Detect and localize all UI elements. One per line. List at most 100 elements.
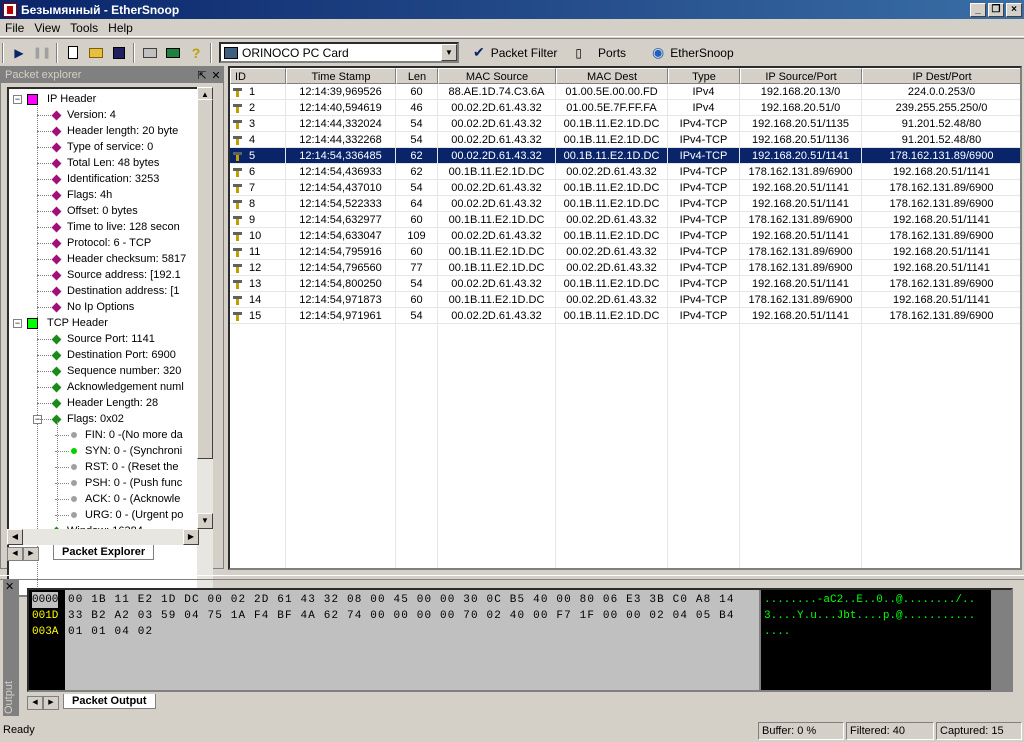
column-header[interactable]: Len [396,68,438,84]
scroll-left-button[interactable]: ◀ [7,529,23,545]
save-button[interactable] [108,42,130,64]
table-row[interactable]: 13 12:14:54,800250 54 00.02.2D.61.43.32 00.1… [230,276,1020,292]
packet-id-cell: 7 [230,180,286,196]
column-header[interactable]: Type [668,68,740,84]
column-header[interactable]: IP Dest/Port [862,68,1020,84]
tree-node[interactable]: FIN: 0 -(No more da [85,427,183,443]
table-row[interactable]: 7 12:14:54,437010 54 00.02.2D.61.43.32 00.1B… [230,180,1020,196]
table-cell: 00.02.2D.61.43.32 [556,244,668,260]
tree-node[interactable]: Header Length: 28 [67,395,158,411]
column-header[interactable]: Time Stamp [286,68,396,84]
output-tab-prev-button[interactable]: ◀ [27,696,43,710]
close-output-icon[interactable]: ✕ [5,580,14,593]
column-header[interactable]: ID [230,68,286,84]
packet-grid[interactable]: ID Time Stamp Len MAC Source MAC Dest Type IP … [228,66,1022,570]
tree-guide-line [37,307,51,308]
menu-help[interactable]: Help [103,21,138,35]
packet-icon [232,263,245,273]
tree-node[interactable]: URG: 0 - (Urgent po [85,507,183,523]
menu-tools[interactable]: Tools [65,21,103,35]
tree-hscrollbar[interactable]: ◀ ▶ [7,529,199,545]
table-cell: 00.02.2D.61.43.32 [438,100,556,116]
table-row[interactable]: 3 12:14:44,332024 54 00.02.2D.61.43.32 00.1B… [230,116,1020,132]
packet-id-cell: 9 [230,212,286,228]
output-tab-next-button[interactable]: ▶ [43,696,59,710]
tree-node[interactable]: SYN: 0 - (Synchroni [85,443,182,459]
ports-button[interactable]: ▯ Ports [575,46,626,60]
tree-node[interactable]: Header length: 20 byte [67,123,178,139]
tree-node[interactable]: Flags: 4h [67,187,112,203]
hex-view[interactable]: 0000 001D 003A 00 1B 11 E2 1D DC 00 02 2D … [27,588,1013,692]
tab-packet-output[interactable]: Packet Output [63,694,156,709]
column-header[interactable]: MAC Source [438,68,556,84]
new-button[interactable] [62,42,84,64]
tab-next-button[interactable]: ▶ [23,547,39,561]
ethersnoop-button[interactable]: ◉ EtherSnoop [652,44,734,61]
open-button[interactable] [85,42,107,64]
checkmark-icon: ✔ [473,44,485,60]
tree-node[interactable]: Type of service: 0 [67,139,153,155]
expand-toggle-icon[interactable]: − [13,319,22,328]
expand-toggle-icon[interactable]: − [13,95,22,104]
table-row[interactable]: 8 12:14:54,522333 64 00.02.2D.61.43.32 00.1B… [230,196,1020,212]
pin-icon[interactable]: ⇱ [195,69,209,82]
network-card-icon [166,47,180,58]
table-row[interactable]: 14 12:14:54,971873 60 00.1B.11.E2.1D.DC 00.0… [230,292,1020,308]
play-icon: ▶ [14,45,24,60]
tree-node[interactable]: Offset: 0 bytes [67,203,138,219]
menu-view[interactable]: View [29,21,65,35]
scroll-thumb[interactable] [197,99,213,459]
table-row[interactable]: 11 12:14:54,795916 60 00.1B.11.E2.1D.DC 00.0… [230,244,1020,260]
tree-guide-line [55,515,69,516]
table-row[interactable]: 12 12:14:54,796560 77 00.1B.11.E2.1D.DC 00.0… [230,260,1020,276]
chevron-down-icon[interactable]: ▼ [441,44,457,61]
packet-filter-button[interactable]: ✔ Packet Filter [473,44,557,61]
tree-node[interactable]: Identification: 3253 [67,171,159,187]
packet-tree[interactable]: − IP Header Version: 4 Header length: 20 by… [7,87,199,597]
tree-node[interactable]: Version: 4 [67,107,116,123]
tree-node[interactable]: ACK: 0 - (Acknowle [85,491,180,507]
scroll-down-button[interactable]: ▼ [197,513,213,529]
close-icon[interactable]: ✕ [209,69,223,82]
table-row[interactable]: 2 12:14:40,594619 46 00.02.2D.61.43.32 01.00… [230,100,1020,116]
menu-file[interactable]: File [0,21,29,35]
table-row[interactable]: 1 12:14:39,969526 60 88.AE.1D.74.C3.6A 01.00… [230,84,1020,100]
tree-node[interactable]: Sequence number: 320 [67,363,181,379]
tree-node[interactable]: Destination address: [1 [67,283,180,299]
tree-node[interactable]: Source address: [192.1 [67,267,181,283]
table-row[interactable]: 10 12:14:54,633047 109 00.02.2D.61.43.32 00.… [230,228,1020,244]
adapter-select[interactable]: ORINOCO PC Card ▼ [219,42,459,63]
table-row[interactable]: 5 12:14:54,336485 62 00.02.2D.61.43.32 00.1B… [230,148,1020,164]
tree-node[interactable]: Flags: 0x02 [67,411,124,427]
tree-node[interactable]: Protocol: 6 - TCP [67,235,151,251]
tcp-header-label[interactable]: TCP Header [47,315,108,331]
tree-node[interactable]: Acknowledgement numl [67,379,184,395]
table-row[interactable]: 9 12:14:54,632977 60 00.1B.11.E2.1D.DC 00.02… [230,212,1020,228]
tab-prev-button[interactable]: ◀ [7,547,23,561]
table-row[interactable]: 4 12:14:44,332268 54 00.02.2D.61.43.32 00.1B… [230,132,1020,148]
adapter-button[interactable] [162,42,184,64]
tree-node[interactable]: No Ip Options [67,299,134,315]
tree-node[interactable]: Time to live: 128 secon [67,219,180,235]
ip-header-label[interactable]: IP Header [47,91,96,107]
print-button[interactable] [139,42,161,64]
tab-packet-explorer[interactable]: Packet Explorer [53,545,155,560]
scroll-right-button[interactable]: ▶ [183,529,199,545]
close-button[interactable]: × [1006,2,1022,17]
start-capture-button[interactable]: ▶ [8,42,30,64]
tree-node[interactable]: RST: 0 - (Reset the [85,459,179,475]
column-header[interactable]: MAC Dest [556,68,668,84]
tree-node[interactable]: Total Len: 48 bytes [67,155,159,171]
table-row[interactable]: 6 12:14:54,436933 62 00.1B.11.E2.1D.DC 00.02… [230,164,1020,180]
tree-node[interactable]: Header checksum: 5817 [67,251,186,267]
tree-node[interactable]: Destination Port: 6900 [67,347,176,363]
restore-button[interactable]: ❐ [988,2,1004,17]
tree-scrollbar[interactable]: ▲ ▼ [197,87,213,597]
help-button[interactable]: ? [185,42,207,64]
table-row[interactable]: 15 12:14:54,971961 54 00.02.2D.61.43.32 00.1… [230,308,1020,324]
tree-node[interactable]: PSH: 0 - (Push func [85,475,182,491]
tree-node[interactable]: Source Port: 1141 [67,331,155,347]
pause-capture-button[interactable]: ❚❚ [31,42,53,64]
column-header[interactable]: IP Source/Port [740,68,862,84]
minimize-button[interactable]: _ [970,2,986,17]
